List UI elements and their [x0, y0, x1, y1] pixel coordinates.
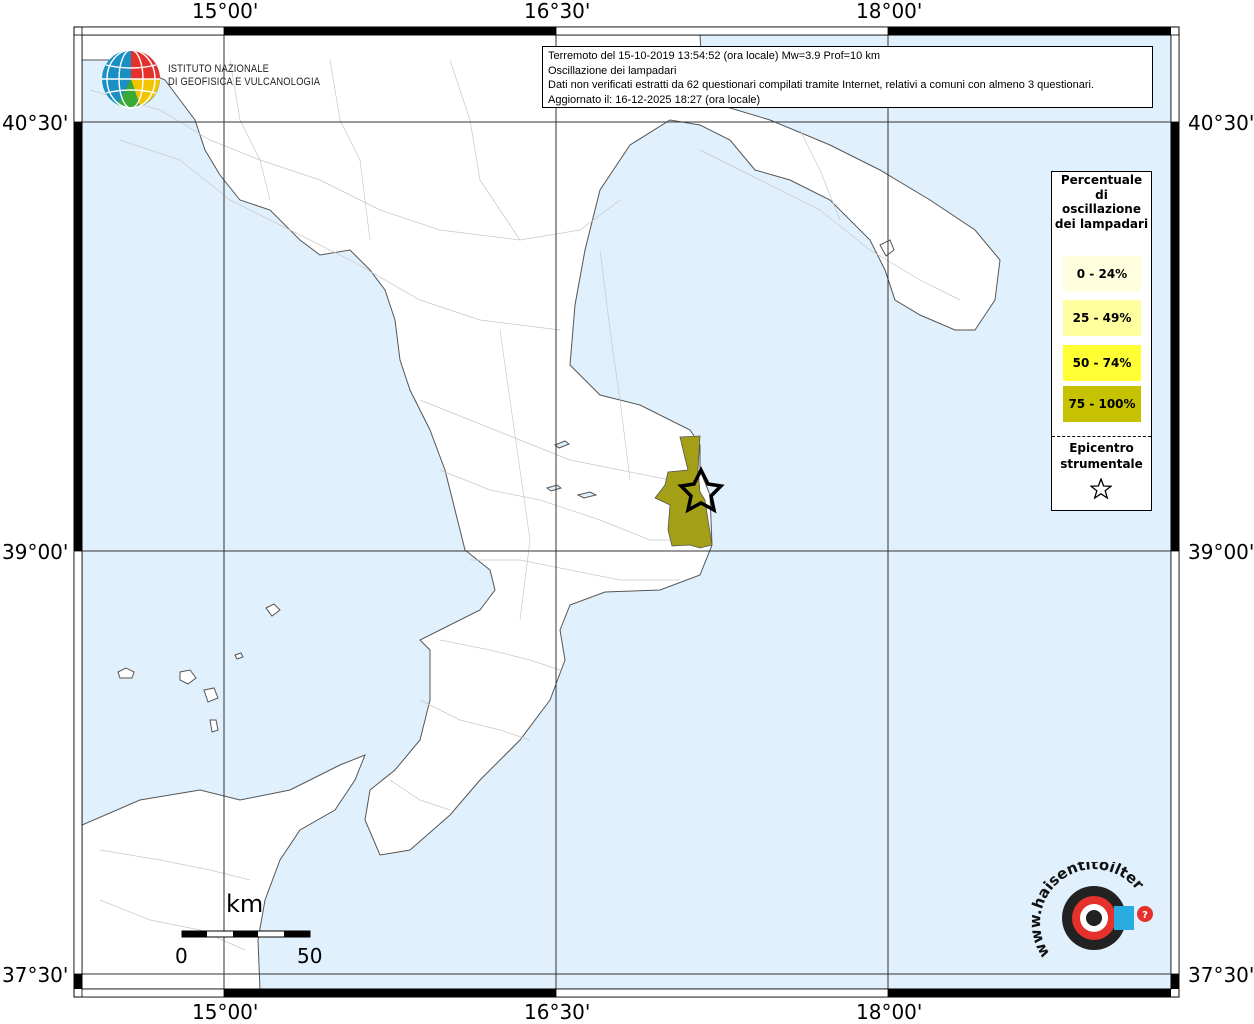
lat-label-left-39: 39°00' [2, 540, 69, 564]
scale-unit: km [226, 890, 264, 918]
legend: Percentuale di oscillazione dei lampadar… [1051, 171, 1152, 511]
legend-class-75-100: 75 - 100% [1063, 386, 1141, 422]
ingv-line1: ISTITUTO NAZIONALE [168, 63, 270, 75]
lon-label-bottom-16-30: 16°30' [524, 1000, 591, 1024]
legend-class-50-74: 50 - 74% [1063, 345, 1141, 381]
legend-class-25-49: 25 - 49% [1063, 300, 1141, 336]
ingv-line2: DI GEOFISICA E VULCANOLOGIA [168, 76, 321, 88]
lat-label-left-40-30: 40°30' [2, 111, 69, 135]
lat-label-right-40-30: 40°30' [1188, 111, 1254, 135]
ingv-globe-icon [102, 49, 160, 109]
legend-class-0-24: 0 - 24% [1063, 256, 1141, 292]
scale-end: 50 [297, 944, 323, 968]
event-title: Terremoto del 15-10-2019 13:54:52 (ora l… [548, 50, 881, 62]
scale-start: 0 [175, 944, 188, 968]
star-outline-icon [1090, 478, 1112, 500]
lon-label-bottom-18: 18°00' [856, 1000, 923, 1024]
map-subject: Oscillazione dei lampadari [548, 64, 677, 77]
lon-label-top-18: 18°00' [856, 0, 923, 23]
lon-label-top-16-30: 16°30' [524, 0, 591, 23]
event-info-box: Terremoto del 15-10-2019 13:54:52 (ora l… [542, 46, 1153, 108]
legend-epicenter-label: Epicentro strumentale [1060, 441, 1143, 471]
svg-text:?: ? [1142, 910, 1148, 921]
scale-bar [181, 930, 311, 938]
lat-label-left-37-30: 37°30' [2, 963, 69, 987]
legend-divider [1052, 436, 1151, 437]
lat-label-right-39: 39°00' [1188, 540, 1254, 564]
lon-label-bottom-15: 15°00' [192, 1000, 259, 1024]
data-note: Dati non verificati estratti da 62 quest… [548, 79, 1094, 91]
island [209, 719, 219, 733]
lat-label-right-37-30: 37°30' [1188, 963, 1254, 987]
legend-title: Percentuale di oscillazione dei lampadar… [1054, 173, 1149, 231]
lon-label-top-15: 15°00' [192, 0, 259, 23]
haisentito-logo-icon: ? www.haisentitoilterremoto.it [1028, 862, 1153, 961]
ingv-logo-text: ISTITUTO NAZIONALE DI GEOFISICA E VULCAN… [168, 63, 320, 89]
update-time: Aggiornato il: 16-12-2025 18:27 (ora loc… [548, 93, 761, 106]
